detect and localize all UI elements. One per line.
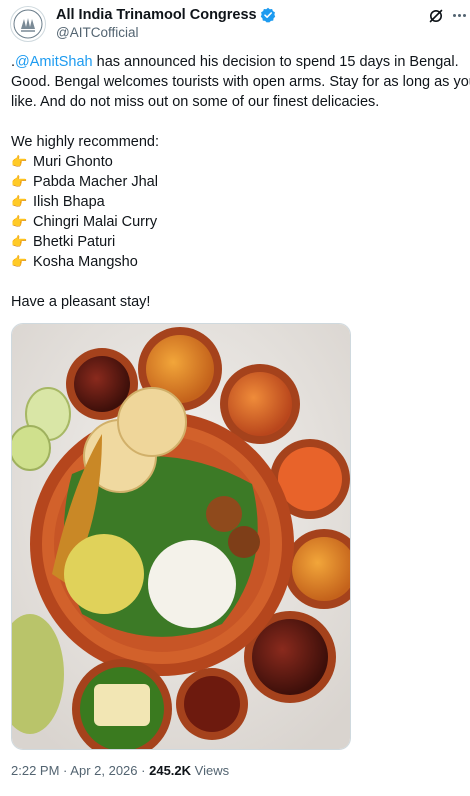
food-thali-photo[interactable]: [11, 323, 351, 750]
dish-label: Muri Ghonto: [33, 154, 113, 170]
tweet-date[interactable]: Apr 2, 2026: [70, 763, 137, 778]
dish-label: Bhetki Paturi: [33, 234, 116, 250]
recommend-heading: We highly recommend:: [11, 134, 160, 150]
views-label: Views: [194, 763, 230, 778]
tweet-header: All India Trinamool Congress @AITCoffici…: [10, 4, 465, 44]
dish-item: 👉 Kosha Mangsho: [11, 252, 470, 272]
meta-separator: ·: [141, 763, 146, 778]
tweet-text: .@AmitShah has announced his decision to…: [11, 52, 470, 312]
views-count[interactable]: 245.2K: [149, 763, 191, 778]
pointing-hand-icon: 👉: [11, 254, 28, 269]
dish-item: 👉 Chingri Malai Curry: [11, 212, 470, 232]
tweet-meta: 2:22 PM · Apr 2, 2026 · 245.2K Views: [11, 763, 229, 778]
dish-item: 👉 Ilish Bhapa: [11, 192, 470, 212]
closing-line: Have a pleasant stay!: [11, 294, 151, 310]
display-name-row[interactable]: All India Trinamool Congress: [56, 6, 276, 24]
verified-badge-icon: [260, 7, 276, 23]
dish-item: 👉 Bhetki Paturi: [11, 232, 470, 252]
more-options-icon[interactable]: [450, 6, 468, 24]
tweet: All India Trinamool Congress @AITCoffici…: [0, 0, 470, 796]
pointing-hand-icon: 👉: [11, 214, 28, 229]
text-line-1: .@AmitShah has announced his decision to…: [11, 52, 470, 72]
mention-link[interactable]: @AmitShah: [15, 54, 93, 70]
text-line-2: Good. Bengal welcomes tourists with open…: [11, 74, 470, 90]
avatar[interactable]: [10, 6, 46, 42]
text-line-3: like. And do not miss out on some of our…: [11, 94, 380, 110]
meta-separator: ·: [63, 763, 68, 778]
grok-icon[interactable]: [428, 8, 444, 24]
pointing-hand-icon: 👉: [11, 234, 28, 249]
thali-illustration: [12, 324, 350, 749]
dish-label: Pabda Macher Jhal: [33, 174, 158, 190]
text-line-1-rest: has announced his decision to spend 15 d…: [92, 54, 459, 70]
dish-item: 👉 Muri Ghonto: [11, 152, 470, 172]
dish-label: Ilish Bhapa: [33, 194, 105, 210]
display-name[interactable]: All India Trinamool Congress: [56, 6, 257, 24]
pointing-hand-icon: 👉: [11, 194, 28, 209]
dish-label: Kosha Mangsho: [33, 254, 138, 270]
account-names: All India Trinamool Congress @AITCoffici…: [56, 6, 276, 42]
pointing-hand-icon: 👉: [11, 174, 28, 189]
dish-label: Chingri Malai Curry: [33, 214, 158, 230]
party-logo-icon: [13, 9, 43, 39]
dish-item: 👉 Pabda Macher Jhal: [11, 172, 470, 192]
handle[interactable]: @AITCofficial: [56, 24, 276, 42]
tweet-time[interactable]: 2:22 PM: [11, 763, 59, 778]
pointing-hand-icon: 👉: [11, 154, 28, 169]
